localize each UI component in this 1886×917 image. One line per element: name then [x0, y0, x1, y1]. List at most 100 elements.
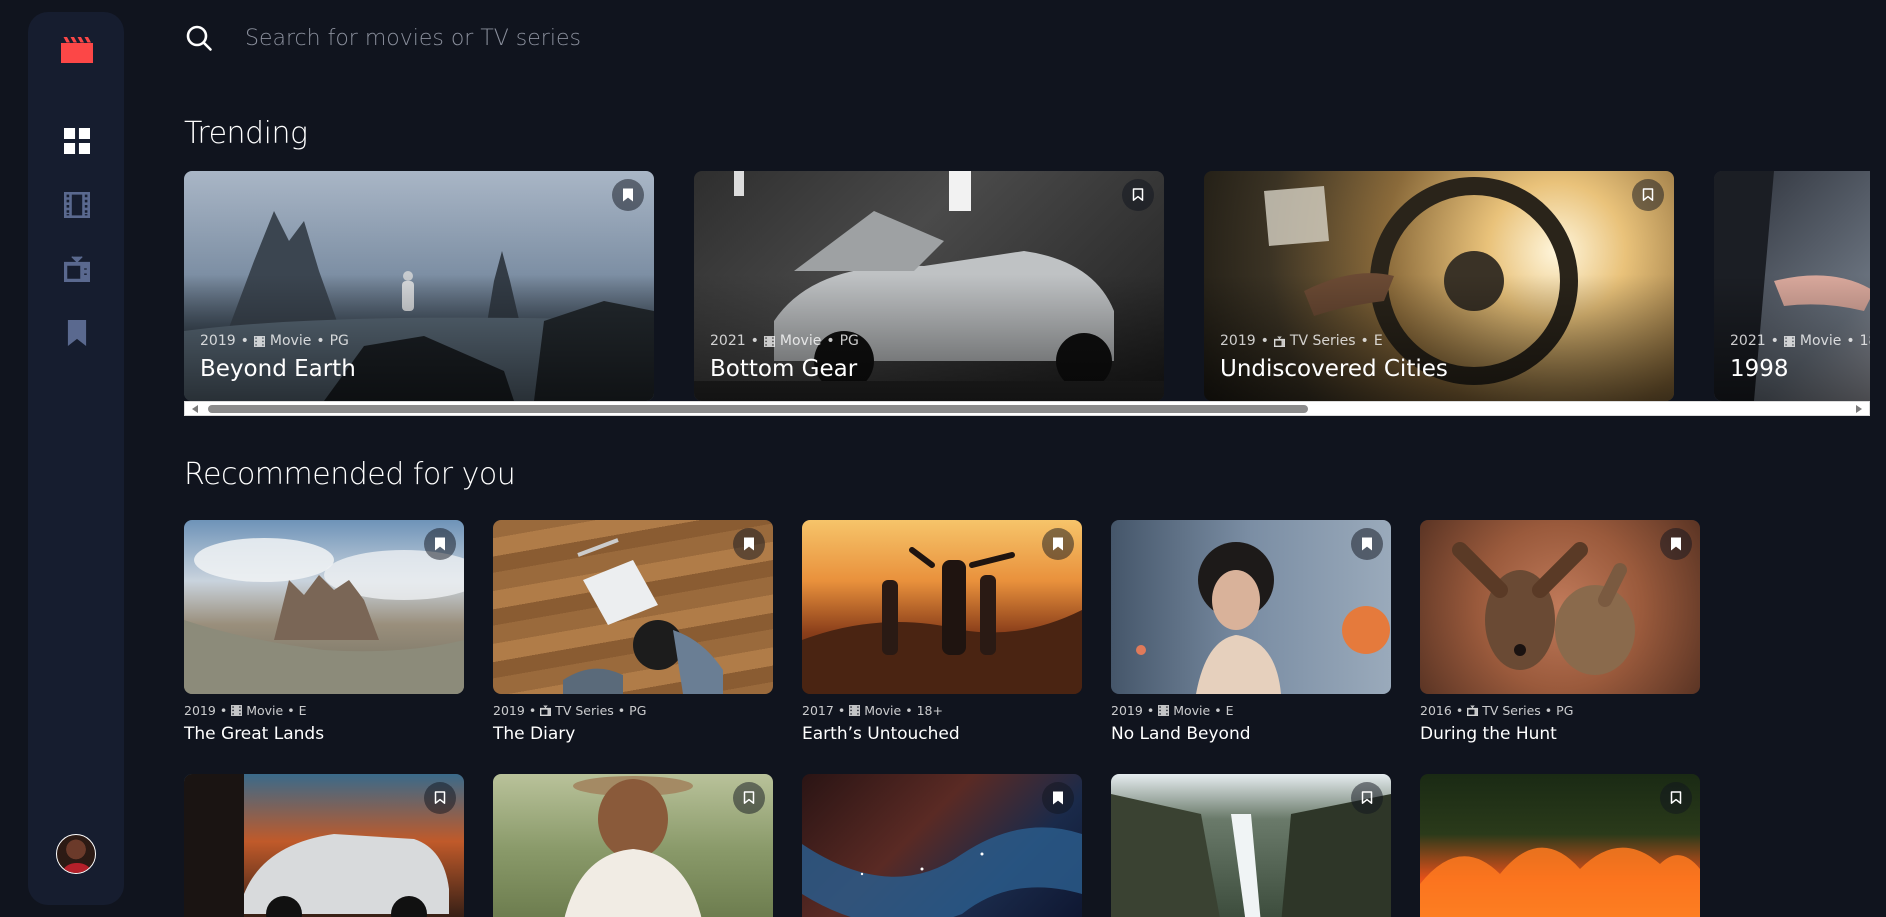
trending-card[interactable]: 2021 • Movie • PG Bottom Gear	[694, 171, 1164, 401]
media-card[interactable]	[493, 774, 773, 917]
trending-card[interactable]: 2019 • Movie • PG Beyond Earth	[184, 171, 654, 401]
card-thumbnail	[1111, 520, 1391, 694]
card-year: 2019	[1220, 333, 1256, 349]
card-rating: 18+	[916, 703, 943, 718]
tv-category-icon	[1467, 705, 1478, 716]
scroll-left-arrow-icon[interactable]	[192, 405, 198, 413]
media-card[interactable]	[184, 774, 464, 917]
movie-category-icon	[849, 705, 860, 716]
nav-movies[interactable]	[64, 192, 90, 218]
trending-scrollbar[interactable]	[184, 401, 1870, 416]
card-rating: E	[1373, 333, 1383, 349]
movie-category-icon	[1158, 705, 1169, 716]
bookmark-empty-icon	[743, 791, 755, 805]
card-title: Earth’s Untouched	[802, 724, 960, 744]
card-rating: PG	[1556, 703, 1574, 718]
card-category: Movie	[1799, 333, 1842, 349]
card-category: TV Series	[1289, 333, 1356, 349]
card-title: Bottom Gear	[710, 356, 858, 382]
card-category: TV Series	[555, 703, 614, 718]
card-year: 2019	[200, 333, 236, 349]
card-thumbnail	[184, 774, 464, 917]
search-bar	[185, 20, 1085, 56]
bookmark-filled-icon	[434, 537, 446, 551]
nav-bookmarks[interactable]	[64, 320, 90, 346]
media-card[interactable]: 2016 • TV Series • PG During the Hunt	[1420, 520, 1700, 744]
card-thumbnail	[184, 520, 464, 694]
card-category: Movie	[1173, 703, 1211, 718]
card-thumbnail	[802, 520, 1082, 694]
card-category: Movie	[246, 703, 284, 718]
nav-tv-series[interactable]	[64, 256, 90, 282]
bookmark-filled-icon	[743, 537, 755, 551]
bookmark-toggle[interactable]	[1042, 528, 1074, 560]
bookmark-filled-icon	[1052, 537, 1064, 551]
card-category: Movie	[779, 333, 822, 349]
bookmark-toggle[interactable]	[733, 528, 765, 560]
bookmark-empty-icon	[1132, 188, 1144, 202]
sidebar	[28, 12, 124, 905]
card-category: Movie	[269, 333, 312, 349]
bookmark-toggle[interactable]	[424, 528, 456, 560]
trending-heading: Trending	[184, 116, 308, 151]
card-rating: PG	[839, 333, 859, 349]
recommended-heading: Recommended for you	[184, 457, 516, 492]
bookmark-empty-icon	[1361, 791, 1373, 805]
card-title: Undiscovered Cities	[1220, 356, 1448, 382]
card-thumbnail	[1111, 774, 1391, 917]
bookmark-toggle[interactable]	[733, 782, 765, 814]
search-input[interactable]	[245, 25, 945, 51]
card-thumbnail	[1420, 774, 1700, 917]
card-year: 2017	[802, 703, 834, 718]
bookmark-toggle[interactable]	[1122, 179, 1154, 211]
tv-icon	[64, 256, 90, 282]
media-card[interactable]: 2017 • Movie • 18+ Earth’s Untouched	[802, 520, 1082, 744]
movie-category-icon	[1784, 336, 1795, 347]
bookmark-toggle[interactable]	[1632, 179, 1664, 211]
tv-category-icon	[540, 705, 551, 716]
bookmark-toggle[interactable]	[424, 782, 456, 814]
scroll-right-arrow-icon[interactable]	[1856, 405, 1862, 413]
card-rating: E	[298, 703, 307, 718]
bookmark-toggle[interactable]	[1351, 528, 1383, 560]
card-category: TV Series	[1482, 703, 1541, 718]
media-card[interactable]	[802, 774, 1082, 917]
nav-home[interactable]	[64, 128, 90, 154]
bookmark-empty-icon	[1670, 791, 1682, 805]
card-title: During the Hunt	[1420, 724, 1557, 744]
scrollbar-thumb[interactable]	[208, 405, 1308, 413]
app-logo-icon[interactable]	[61, 37, 93, 65]
film-icon	[64, 192, 90, 218]
bookmark-filled-icon	[622, 188, 634, 202]
card-year: 2019	[184, 703, 216, 718]
bookmark-toggle[interactable]	[612, 179, 644, 211]
movie-category-icon	[764, 336, 775, 347]
card-rating: PG	[629, 703, 647, 718]
bookmark-toggle[interactable]	[1660, 782, 1692, 814]
trending-card[interactable]: 2019 • TV Series • E Undiscovered Cities	[1204, 171, 1674, 401]
bookmark-empty-icon	[434, 791, 446, 805]
card-year: 2019	[493, 703, 525, 718]
movie-category-icon	[254, 336, 265, 347]
grid-icon	[64, 128, 90, 154]
bookmark-toggle[interactable]	[1351, 782, 1383, 814]
card-rating: E	[1225, 703, 1234, 718]
card-title: Beyond Earth	[200, 356, 356, 382]
card-thumbnail	[1420, 520, 1700, 694]
media-card[interactable]: 2019 • Movie • E No Land Beyond	[1111, 520, 1391, 744]
card-thumbnail	[493, 774, 773, 917]
bookmark-toggle[interactable]	[1042, 782, 1074, 814]
bookmark-toggle[interactable]	[1660, 528, 1692, 560]
media-card[interactable]	[1420, 774, 1700, 917]
card-rating: 18+	[1859, 333, 1870, 349]
search-icon	[186, 25, 212, 51]
media-card[interactable]: 2019 • Movie • E The Great Lands	[184, 520, 464, 744]
user-avatar[interactable]	[56, 834, 96, 874]
bookmark-filled-icon	[1361, 537, 1373, 551]
media-card[interactable]: 2019 • TV Series • PG The Diary	[493, 520, 773, 744]
card-title: No Land Beyond	[1111, 724, 1251, 744]
trending-carousel[interactable]: 2019 • Movie • PG Beyond Earth 2021 • Movie…	[184, 171, 1870, 401]
card-year: 2019	[1111, 703, 1143, 718]
media-card[interactable]	[1111, 774, 1391, 917]
trending-card[interactable]: 2021• Movie• 18+ 1998	[1714, 171, 1870, 401]
